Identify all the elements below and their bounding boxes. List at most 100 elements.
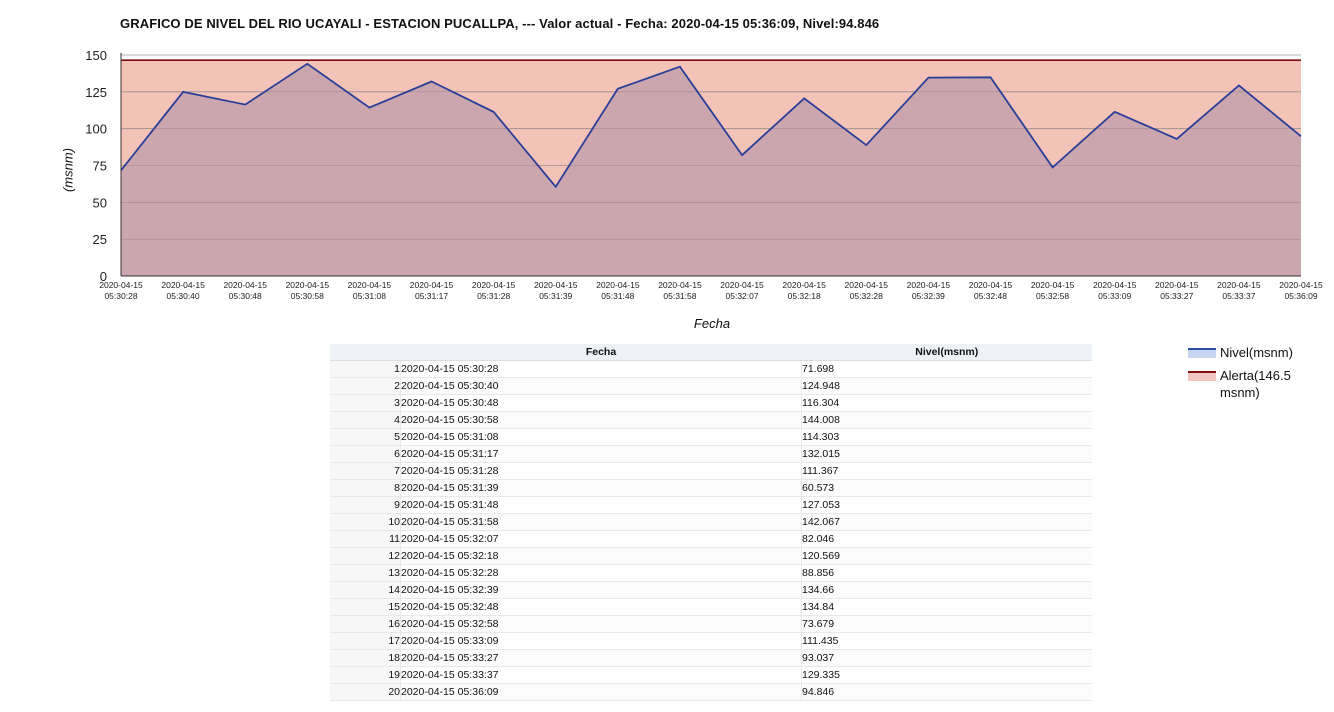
- x-tick-label: 2020-04-15 05:30:48: [223, 280, 267, 301]
- header-nivel[interactable]: Nivel(msnm): [801, 344, 1092, 361]
- cell-fecha: 2020-04-15 05:31:58: [400, 513, 802, 531]
- cell-nivel: 124.948: [801, 377, 1092, 395]
- table-row[interactable]: 3 2020-04-15 05:30:48 116.304: [330, 394, 1092, 412]
- x-tick-label: 2020-04-15 05:31:48: [596, 280, 640, 301]
- cell-nivel: 94.846: [801, 683, 1092, 701]
- x-tick-label: 2020-04-15 05:31:58: [658, 280, 702, 301]
- x-tick-label: 2020-04-15 05:32:18: [782, 280, 826, 301]
- cell-idx: 4: [330, 411, 401, 429]
- legend: Nivel(msnm) Alerta(146.5 msnm): [1188, 344, 1328, 407]
- cell-idx: 18: [330, 649, 401, 667]
- table-row[interactable]: 19 2020-04-15 05:33:37 129.335: [330, 666, 1092, 684]
- table-row[interactable]: 13 2020-04-15 05:32:28 88.856: [330, 564, 1092, 582]
- x-tick-label: 2020-04-15 05:30:40: [161, 280, 205, 301]
- cell-fecha: 2020-04-15 05:33:27: [400, 649, 802, 667]
- x-tick-label: 2020-04-15 05:31:17: [410, 280, 454, 301]
- cell-idx: 2: [330, 377, 401, 395]
- x-tick-label: 2020-04-15 05:32:28: [845, 280, 889, 301]
- x-tick-label: 2020-04-15 05:33:27: [1155, 280, 1199, 301]
- cell-fecha: 2020-04-15 05:36:09: [400, 683, 802, 701]
- y-tick-label: 150: [85, 48, 107, 63]
- table-row[interactable]: 9 2020-04-15 05:31:48 127.053: [330, 496, 1092, 514]
- table-row[interactable]: 8 2020-04-15 05:31:39 60.573: [330, 479, 1092, 497]
- cell-fecha: 2020-04-15 05:32:07: [400, 530, 802, 548]
- cell-nivel: 132.015: [801, 445, 1092, 463]
- cell-fecha: 2020-04-15 05:30:48: [400, 394, 802, 412]
- table-row[interactable]: 4 2020-04-15 05:30:58 144.008: [330, 411, 1092, 429]
- level-chart: 02550751001251502020-04-15 05:30:282020-0…: [85, 48, 1323, 301]
- table-row[interactable]: 10 2020-04-15 05:31:58 142.067: [330, 513, 1092, 531]
- x-tick-label: 2020-04-15 05:32:07: [720, 280, 764, 301]
- cell-fecha: 2020-04-15 05:32:39: [400, 581, 802, 599]
- cell-idx: 1: [330, 360, 401, 378]
- y-tick-label: 25: [93, 232, 107, 247]
- y-axis-label: (msnm): [60, 147, 76, 193]
- cell-nivel: 129.335: [801, 666, 1092, 684]
- cell-nivel: 142.067: [801, 513, 1092, 531]
- y-tick-label: 125: [85, 85, 107, 100]
- cell-nivel: 88.856: [801, 564, 1092, 582]
- cell-fecha: 2020-04-15 05:30:58: [400, 411, 802, 429]
- cell-fecha: 2020-04-15 05:31:48: [400, 496, 802, 514]
- x-tick-label: 2020-04-15 05:30:58: [286, 280, 330, 301]
- cell-nivel: 111.435: [801, 632, 1092, 650]
- cell-nivel: 111.367: [801, 462, 1092, 480]
- cell-nivel: 134.66: [801, 581, 1092, 599]
- table-row[interactable]: 20 2020-04-15 05:36:09 94.846: [330, 683, 1092, 701]
- x-tick-label: 2020-04-15 05:32:58: [1031, 280, 1075, 301]
- cell-idx: 19: [330, 666, 401, 684]
- x-tick-label: 2020-04-15 05:36:09: [1279, 280, 1323, 301]
- cell-fecha: 2020-04-15 05:33:09: [400, 632, 802, 650]
- header-fecha[interactable]: Fecha: [400, 344, 802, 361]
- table-row[interactable]: 5 2020-04-15 05:31:08 114.303: [330, 428, 1092, 446]
- table-row[interactable]: 11 2020-04-15 05:32:07 82.046: [330, 530, 1092, 548]
- cell-fecha: 2020-04-15 05:33:37: [400, 666, 802, 684]
- cell-fecha: 2020-04-15 05:32:28: [400, 564, 802, 582]
- cell-idx: 20: [330, 683, 401, 701]
- cell-nivel: 73.679: [801, 615, 1092, 633]
- table-row[interactable]: 6 2020-04-15 05:31:17 132.015: [330, 445, 1092, 463]
- cell-idx: 7: [330, 462, 401, 480]
- cell-idx: 15: [330, 598, 401, 616]
- cell-nivel: 116.304: [801, 394, 1092, 412]
- data-table: Fecha Nivel(msnm) 1 2020-04-15 05:30:28 71…: [330, 344, 1092, 701]
- x-tick-label: 2020-04-15 05:31:39: [534, 280, 578, 301]
- cell-fecha: 2020-04-15 05:32:18: [400, 547, 802, 565]
- x-tick-label: 2020-04-15 05:33:37: [1217, 280, 1261, 301]
- table-row[interactable]: 1 2020-04-15 05:30:28 71.698: [330, 360, 1092, 378]
- cell-nivel: 120.569: [801, 547, 1092, 565]
- cell-nivel: 127.053: [801, 496, 1092, 514]
- cell-idx: 14: [330, 581, 401, 599]
- cell-idx: 17: [330, 632, 401, 650]
- cell-fecha: 2020-04-15 05:31:39: [400, 479, 802, 497]
- legend-item-nivel[interactable]: Nivel(msnm): [1188, 344, 1328, 361]
- y-axis-label-box: (msnm): [60, 147, 76, 193]
- table-row[interactable]: 12 2020-04-15 05:32:18 120.569: [330, 547, 1092, 565]
- cell-idx: 12: [330, 547, 401, 565]
- table-row[interactable]: 18 2020-04-15 05:33:27 93.037: [330, 649, 1092, 667]
- cell-fecha: 2020-04-15 05:30:40: [400, 377, 802, 395]
- table-row[interactable]: 2 2020-04-15 05:30:40 124.948: [330, 377, 1092, 395]
- cell-idx: 16: [330, 615, 401, 633]
- table-row[interactable]: 7 2020-04-15 05:31:28 111.367: [330, 462, 1092, 480]
- x-tick-label: 2020-04-15 05:32:39: [907, 280, 951, 301]
- legend-label-alerta: Alerta(146.5 msnm): [1220, 368, 1291, 400]
- cell-idx: 8: [330, 479, 401, 497]
- table-header-row: Fecha Nivel(msnm): [330, 344, 1092, 361]
- cell-idx: 9: [330, 496, 401, 514]
- legend-label-nivel: Nivel(msnm): [1220, 345, 1293, 360]
- table-row[interactable]: 16 2020-04-15 05:32:58 73.679: [330, 615, 1092, 633]
- x-tick-label: 2020-04-15 05:30:28: [99, 280, 143, 301]
- table-body: 1 2020-04-15 05:30:28 71.698 2 2020-04-15 05…: [330, 360, 1092, 701]
- y-tick-label: 75: [93, 159, 107, 174]
- table-row[interactable]: 17 2020-04-15 05:33:09 111.435: [330, 632, 1092, 650]
- x-tick-label: 2020-04-15 05:32:48: [969, 280, 1013, 301]
- cell-idx: 10: [330, 513, 401, 531]
- x-tick-label: 2020-04-15 05:31:08: [348, 280, 392, 301]
- cell-idx: 13: [330, 564, 401, 582]
- table-row[interactable]: 15 2020-04-15 05:32:48 134.84: [330, 598, 1092, 616]
- cell-idx: 3: [330, 394, 401, 412]
- table-row[interactable]: 14 2020-04-15 05:32:39 134.66: [330, 581, 1092, 599]
- cell-fecha: 2020-04-15 05:31:08: [400, 428, 802, 446]
- legend-item-alerta[interactable]: Alerta(146.5 msnm): [1188, 367, 1328, 401]
